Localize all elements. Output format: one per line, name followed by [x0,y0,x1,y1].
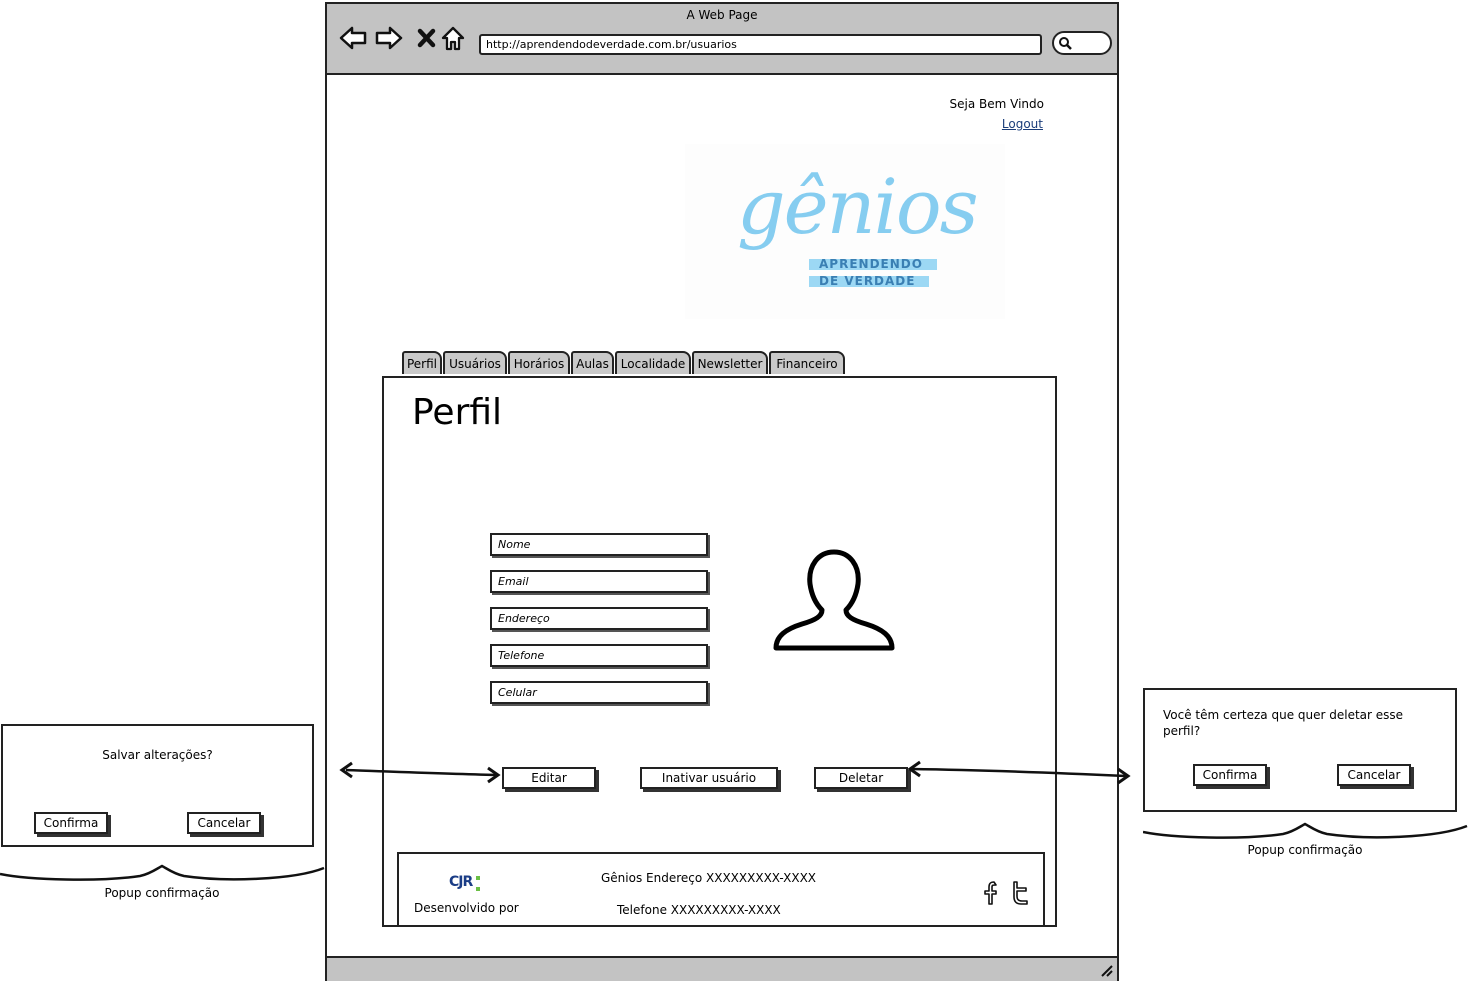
cjr-logo-dot [476,887,480,891]
confirm-button[interactable]: Confirma [1193,764,1267,786]
page-title: Perfil [412,392,503,433]
delete-button[interactable]: Deletar [814,767,908,789]
save-confirm-popup: Salvar alterações? Confirma Cancelar [1,724,314,847]
cancel-button[interactable]: Cancelar [1337,764,1411,786]
back-icon[interactable] [339,24,367,52]
forward-icon[interactable] [375,24,403,52]
twitter-icon[interactable] [1010,880,1034,906]
edit-button[interactable]: Editar [502,767,596,789]
name-field[interactable]: Nome [490,533,708,556]
tab-horarios[interactable]: Horários [508,351,570,374]
window-title: A Web Page [686,8,758,22]
home-icon[interactable] [439,24,467,52]
genios-logo: gênios APRENDENDO DE VERDADE [685,144,1005,319]
logout-link[interactable]: Logout [939,117,1043,131]
deactivate-user-button[interactable]: Inativar usuário [640,767,778,789]
facebook-icon[interactable] [982,880,1000,906]
tab-newsletter[interactable]: Newsletter [692,351,768,374]
resize-grip-icon[interactable] [1099,963,1113,977]
browser-search-box[interactable] [1052,31,1112,55]
popup-caption: Popup confirmação [1247,843,1363,857]
logo-line-1: APRENDENDO [819,257,923,271]
cancel-button[interactable]: Cancelar [187,812,261,834]
browser-status-bar [327,956,1117,981]
user-avatar-icon [773,549,895,651]
popup-question: Você têm certeza que quer deletar esse p… [1163,708,1404,738]
delete-confirm-popup: Você têm certeza que quer deletar esse p… [1143,688,1457,812]
developed-by-text: Desenvolvido por [414,901,519,915]
tab-perfil[interactable]: Perfil [402,351,442,374]
brace-icon [0,864,325,881]
logo-word: gênios [737,162,979,251]
email-field[interactable]: Email [490,570,708,593]
cjr-logo: CJR [449,874,473,890]
browser-chrome: A Web Page http://aprendendodeverdade.co… [327,4,1117,75]
profile-panel: Perfil Nome Email Endereço Telefone Celu… [382,376,1057,927]
search-icon [1059,37,1072,50]
footer-address: Gênios Endereço XXXXXXXXX-XXXX [601,871,817,885]
tab-aulas[interactable]: Aulas [571,351,614,374]
confirm-button[interactable]: Confirma [34,812,108,834]
address-field[interactable]: Endereço [490,607,708,630]
tab-financeiro[interactable]: Financeiro [769,351,845,374]
tab-localidade[interactable]: Localidade [615,351,691,374]
stop-icon[interactable] [413,24,441,52]
tab-usuarios[interactable]: Usuários [443,351,507,374]
url-bar[interactable]: http://aprendendodeverdade.com.br/usuari… [479,34,1042,55]
page-footer: CJR Desenvolvido por Gênios Endereço XXX… [397,852,1045,927]
logo-line-2: DE VERDADE [819,274,916,288]
mobile-field[interactable]: Celular [490,681,708,704]
popup-question: Salvar alterações? [102,748,213,762]
brace-icon [1143,822,1468,839]
cjr-logo-dot [476,876,480,880]
footer-phone: Telefone XXXXXXXXX-XXXX [617,903,781,917]
popup-caption: Popup confirmação [104,886,220,900]
phone-field[interactable]: Telefone [490,644,708,667]
browser-window: A Web Page http://aprendendodeverdade.co… [325,2,1119,981]
welcome-text: Seja Bem Vindo [949,97,1044,111]
